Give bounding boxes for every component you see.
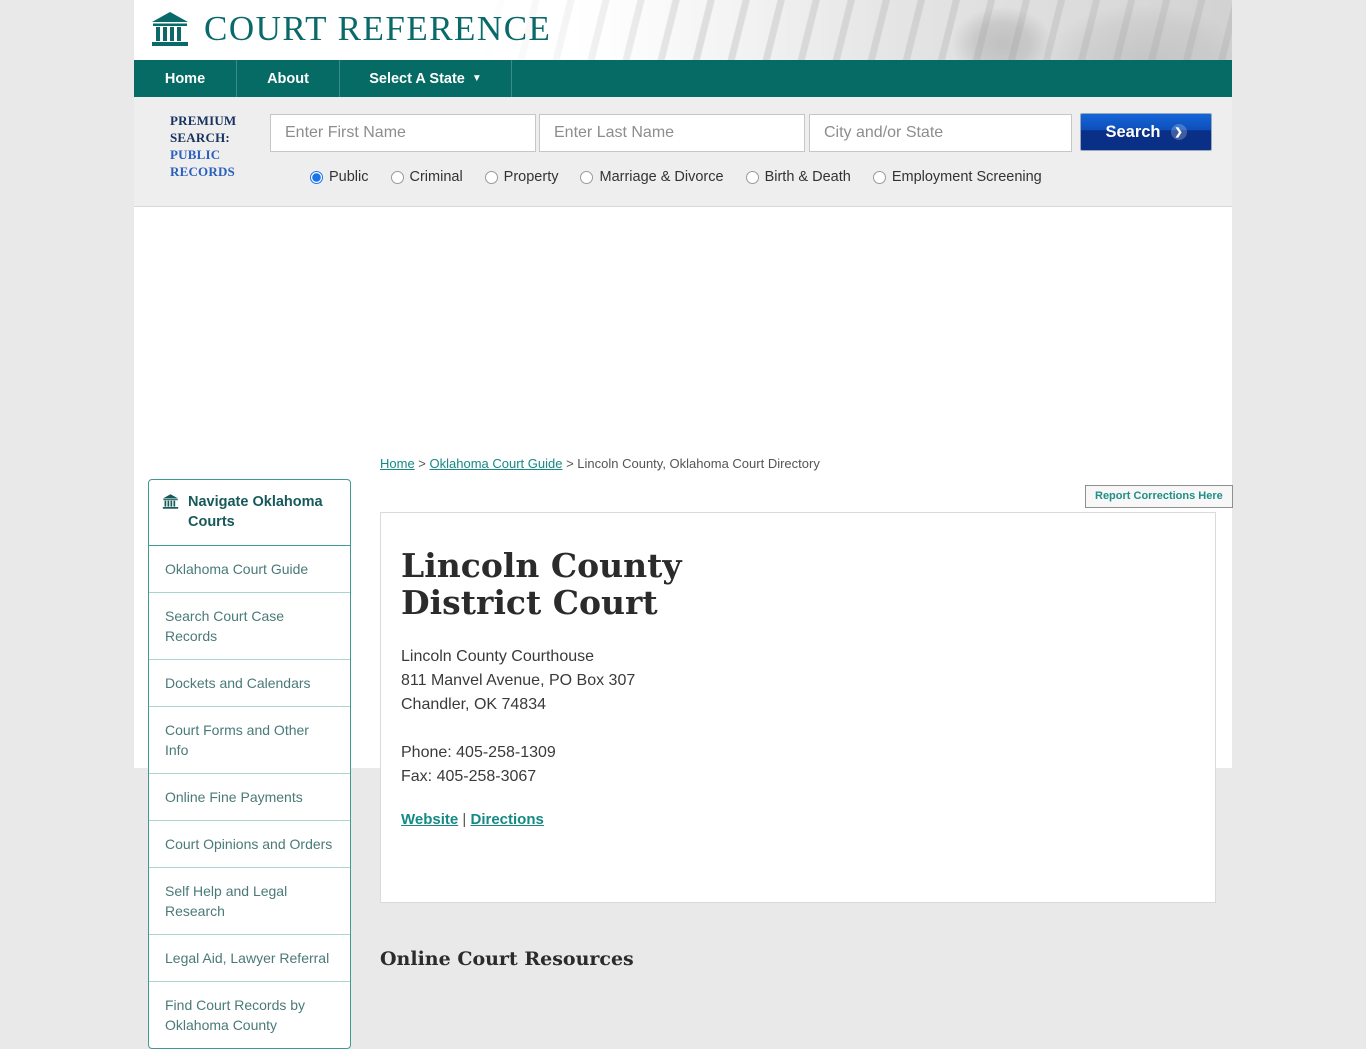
court-city-state-zip: Chandler, OK 74834 xyxy=(401,696,546,713)
radio-dot-criminal[interactable] xyxy=(390,170,404,184)
first-name-input[interactable] xyxy=(270,114,536,152)
nav-item-home-label: Home xyxy=(164,70,206,87)
premium-search-bar: PREMIUM SEARCH: PUBLIC RECORDS Search ❯ … xyxy=(134,97,1232,207)
court-detail-card: Lincoln County District Court Lincoln Co… xyxy=(380,512,1216,903)
radio-option-employment-screening[interactable]: Employment Screening xyxy=(872,169,1042,185)
sidebar-navigate-oklahoma-courts: Navigate Oklahoma Courts Oklahoma Court … xyxy=(148,479,351,1049)
nav-item-about-label: About xyxy=(267,70,309,87)
court-address-block: Lincoln County Courthouse 811 Manvel Ave… xyxy=(401,645,1175,789)
radio-label-criminal: Criminal xyxy=(409,169,463,185)
last-name-input[interactable] xyxy=(539,114,805,152)
report-corrections-button[interactable]: Report Corrections Here xyxy=(1085,485,1233,508)
radio-label-birth-death: Birth & Death xyxy=(764,169,851,185)
sidebar-heading: Navigate Oklahoma Courts xyxy=(149,480,350,546)
nav-item-select-a-state[interactable]: Select A State ▼ xyxy=(340,60,512,97)
sidebar-item-legal-aid-lawyer-referral[interactable]: Legal Aid, Lawyer Referral xyxy=(149,935,350,982)
premium-label-line4: RECORDS xyxy=(170,164,235,179)
radio-label-property: Property xyxy=(503,169,559,185)
site-masthead: COURT REFERENCE xyxy=(134,0,1232,60)
directions-link[interactable]: Directions xyxy=(470,811,543,828)
breadcrumb-current: Lincoln County, Oklahoma Court Directory xyxy=(577,456,820,471)
premium-search-label: PREMIUM SEARCH: PUBLIC RECORDS xyxy=(170,112,266,180)
premium-label-line1: PREMIUM xyxy=(170,113,237,128)
sidebar-item-search-court-case-records[interactable]: Search Court Case Records xyxy=(149,593,350,660)
court-street-address: 811 Manvel Avenue, PO Box 307 xyxy=(401,672,636,689)
nav-item-select-a-state-label: Select A State xyxy=(369,70,465,87)
search-category-radio-group: Public Criminal Property Marriage & Divo… xyxy=(310,169,1064,185)
radio-dot-employment-screening[interactable] xyxy=(872,170,886,184)
radio-option-property[interactable]: Property xyxy=(484,169,559,185)
breadcrumb-link-oklahoma-court-guide[interactable]: Oklahoma Court Guide xyxy=(430,456,563,471)
sidebar-item-self-help-and-legal-research[interactable]: Self Help and Legal Research xyxy=(149,868,350,935)
online-court-resources-heading: Online Court Resources xyxy=(380,948,634,970)
premium-label-line2: SEARCH: xyxy=(170,130,230,145)
court-links: Website | Directions xyxy=(401,811,1175,828)
sidebar-item-oklahoma-court-guide[interactable]: Oklahoma Court Guide xyxy=(149,546,350,593)
page-title: Lincoln County District Court xyxy=(401,546,682,622)
courthouse-icon xyxy=(152,12,188,46)
radio-label-employment-screening: Employment Screening xyxy=(891,169,1042,185)
breadcrumb: Home > Oklahoma Court Guide > Lincoln Co… xyxy=(380,456,820,471)
nav-item-about[interactable]: About xyxy=(237,60,340,97)
radio-dot-property[interactable] xyxy=(484,170,498,184)
brand-title: COURT REFERENCE xyxy=(204,9,552,48)
breadcrumb-link-home[interactable]: Home xyxy=(380,456,415,471)
link-separator: | xyxy=(458,811,471,828)
chevron-right-icon: ❯ xyxy=(1170,124,1187,140)
radio-option-marriage-divorce[interactable]: Marriage & Divorce xyxy=(580,169,724,185)
radio-dot-birth-death[interactable] xyxy=(745,170,759,184)
courthouse-icon xyxy=(162,494,179,509)
search-button-label: Search xyxy=(1105,122,1161,141)
radio-dot-public[interactable] xyxy=(310,170,323,184)
sidebar-item-court-forms-and-other-info[interactable]: Court Forms and Other Info xyxy=(149,707,350,774)
main-navigation: Home About Select A State ▼ xyxy=(134,60,1232,97)
sidebar-heading-label: Navigate Oklahoma Courts xyxy=(188,494,323,530)
sidebar-item-find-court-records-by-county[interactable]: Find Court Records by Oklahoma County xyxy=(149,982,350,1048)
court-fax: Fax: 405-258-3067 xyxy=(401,768,537,785)
radio-dot-marriage-divorce[interactable] xyxy=(580,170,594,184)
sidebar-item-online-fine-payments[interactable]: Online Fine Payments xyxy=(149,774,350,821)
sidebar-item-dockets-and-calendars[interactable]: Dockets and Calendars xyxy=(149,660,350,707)
radio-option-public[interactable]: Public xyxy=(310,169,369,185)
sidebar-item-court-opinions-and-orders[interactable]: Court Opinions and Orders xyxy=(149,821,350,868)
radio-option-birth-death[interactable]: Birth & Death xyxy=(745,169,851,185)
chevron-down-icon: ▼ xyxy=(471,72,482,84)
breadcrumb-separator-1: > xyxy=(414,456,430,471)
breadcrumb-separator-2: > xyxy=(562,456,578,471)
page-container: COURT REFERENCE Home About Select A Stat… xyxy=(134,0,1233,1049)
radio-label-marriage-divorce: Marriage & Divorce xyxy=(599,169,724,185)
court-phone: Phone: 405-258-1309 xyxy=(401,744,556,761)
site-logo[interactable]: COURT REFERENCE xyxy=(150,9,551,49)
nav-item-home[interactable]: Home xyxy=(134,60,237,97)
radio-label-public: Public xyxy=(329,169,369,185)
search-button[interactable]: Search ❯ xyxy=(1080,113,1212,151)
radio-option-criminal[interactable]: Criminal xyxy=(390,169,463,185)
court-building-name: Lincoln County Courthouse xyxy=(401,648,595,665)
website-link[interactable]: Website xyxy=(401,811,458,828)
premium-label-line3: PUBLIC xyxy=(170,147,221,162)
city-state-input[interactable] xyxy=(809,114,1072,152)
